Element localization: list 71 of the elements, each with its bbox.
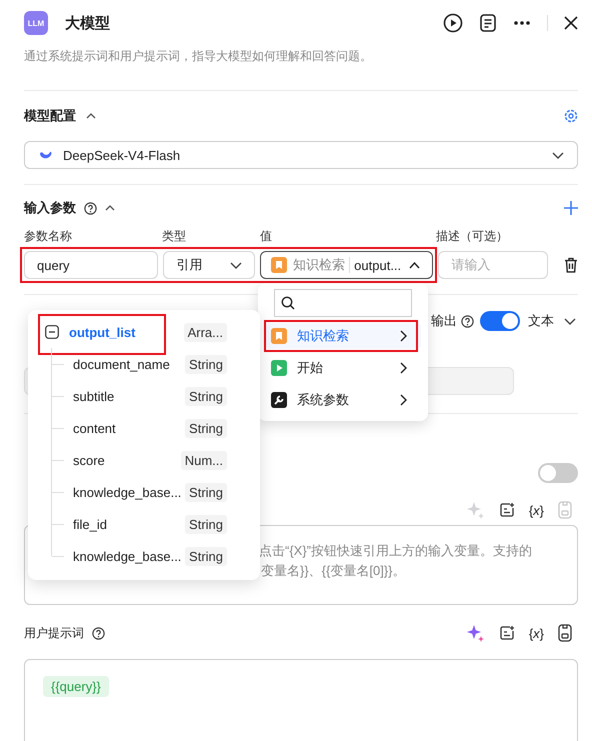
- caret-icon[interactable]: [105, 205, 115, 211]
- tree-item[interactable]: score: [73, 452, 105, 468]
- llm-logo: LLM: [24, 11, 48, 35]
- note-icon[interactable]: [498, 502, 515, 518]
- type-tag: String: [185, 386, 227, 406]
- sparkle-icon[interactable]: [466, 624, 485, 642]
- play-icon[interactable]: [443, 13, 463, 33]
- add-icon[interactable]: [564, 201, 578, 215]
- chevron-down-icon[interactable]: [564, 318, 576, 324]
- section-title: 模型配置: [24, 107, 76, 125]
- output-label: 输出: [431, 312, 457, 330]
- menu-item[interactable]: 开始: [265, 355, 421, 381]
- more-icon[interactable]: [513, 20, 531, 26]
- menu-item[interactable]: 系统参数: [265, 387, 421, 413]
- column-header: 值: [260, 228, 273, 244]
- play-icon: [271, 360, 287, 376]
- node-title: 大模型: [65, 14, 110, 32]
- placeholder-text: 变量名}}、{{变量名[0]}}。: [261, 562, 406, 580]
- settings-icon[interactable]: [564, 109, 578, 123]
- help-icon[interactable]: [461, 314, 474, 328]
- help-icon[interactable]: [84, 202, 97, 214]
- variable-chip: {{query}}: [43, 676, 109, 697]
- tree-item[interactable]: subtitle: [73, 388, 114, 404]
- note-icon[interactable]: [498, 625, 515, 641]
- tree-item[interactable]: knowledge_base...: [73, 548, 182, 564]
- type-tag: String: [185, 482, 227, 502]
- type-select[interactable]: 引用: [163, 251, 256, 279]
- column-header: 类型: [162, 228, 187, 244]
- variable-button[interactable]: {x}: [528, 502, 544, 518]
- search-field[interactable]: [274, 289, 412, 317]
- menu-item[interactable]: 知识检索: [265, 323, 421, 349]
- chevron-right-icon: [400, 362, 407, 374]
- section-title: 输入参数: [24, 199, 76, 217]
- column-header: 描述（可选）: [436, 228, 508, 244]
- chevron-down-icon: [230, 262, 242, 268]
- chevron-down-icon: [552, 152, 564, 158]
- variable-button[interactable]: {x}: [528, 626, 544, 640]
- name-field[interactable]: query: [24, 251, 158, 279]
- type-tag: String: [185, 514, 227, 534]
- close-icon[interactable]: [564, 16, 578, 30]
- value-select[interactable]: 知识检索 output...: [260, 251, 434, 279]
- caret-icon: [409, 262, 420, 268]
- document-icon[interactable]: [479, 13, 497, 33]
- placeholder-text: 点击“{X}”按钮快速引用上方的输入变量。支持的: [259, 542, 532, 560]
- help-icon[interactable]: [92, 626, 105, 640]
- tree-item[interactable]: content: [73, 420, 116, 436]
- chevron-right-icon: [400, 330, 407, 342]
- tree-item[interactable]: output_list: [69, 324, 136, 340]
- section-title: 用户提示词: [24, 624, 84, 642]
- toggle-switch[interactable]: [480, 311, 520, 331]
- save-icon[interactable]: [558, 624, 572, 642]
- knowledge-icon: [271, 257, 288, 273]
- type-tag: String: [185, 418, 227, 438]
- type-tag: Num...: [180, 450, 227, 470]
- model-select[interactable]: DeepSeek-V4-Flash: [24, 141, 578, 169]
- type-tag: String: [185, 354, 227, 374]
- node-description: 通过系统提示词和用户提示词，指导大模型如何理解和回答问题。: [24, 48, 373, 65]
- column-header: 参数名称: [24, 228, 73, 244]
- collapse-icon[interactable]: [45, 325, 59, 339]
- type-tag: String: [185, 546, 227, 566]
- knowledge-icon: [271, 328, 287, 344]
- caret-icon[interactable]: [86, 113, 96, 119]
- delete-icon[interactable]: [564, 257, 578, 273]
- wrench-icon: [271, 392, 287, 408]
- search-icon: [281, 296, 295, 310]
- type-tag: Arra...: [184, 322, 227, 342]
- tree-item[interactable]: knowledge_base...: [73, 484, 182, 500]
- toggle-switch[interactable]: [538, 463, 578, 483]
- tree-item[interactable]: document_name: [73, 356, 170, 372]
- format-select[interactable]: 文本: [528, 312, 554, 330]
- chevron-right-icon: [400, 394, 407, 406]
